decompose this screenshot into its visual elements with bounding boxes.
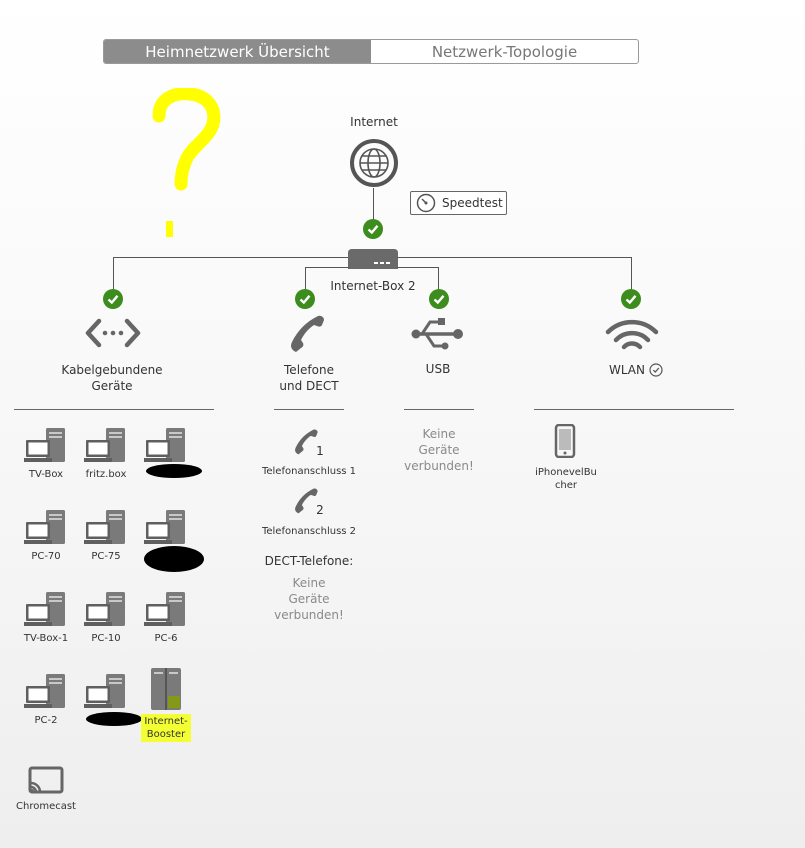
connector-usb-h	[397, 267, 439, 268]
dect-empty-line2: Geräte	[288, 592, 330, 606]
connector-usb	[438, 267, 439, 290]
dect-empty-message: Keine Geräte verbunden!	[249, 575, 369, 623]
status-check-phone	[295, 289, 315, 313]
status-check-internet	[363, 219, 383, 243]
phone-category-label: Telefone und DECT	[259, 362, 359, 394]
status-check-wired	[103, 289, 123, 313]
globe-icon	[349, 138, 399, 192]
phone-line-2-label: Telefonanschluss 2	[261, 526, 357, 537]
device-label: fritz.box	[85, 469, 127, 480]
wlan-device-label-line1: iPhonevelBu	[535, 467, 597, 478]
status-check-usb	[429, 289, 449, 313]
device-label-line2: Booster	[146, 729, 186, 740]
ethernet-icon[interactable]	[85, 318, 141, 352]
chromecast-device[interactable]: Chromecast	[6, 752, 86, 813]
divider-wlan	[534, 409, 734, 410]
connector-phone	[305, 267, 306, 290]
device-label-line1: Internet-	[144, 716, 188, 727]
highlight-annotation: Internet- Booster	[141, 714, 191, 742]
redaction-mark	[146, 464, 202, 478]
device-label: Internet- Booster	[126, 714, 206, 742]
connector-internet	[373, 188, 374, 220]
internet-booster-device[interactable]: Internet- Booster	[126, 666, 206, 742]
clock-icon[interactable]	[649, 363, 663, 377]
usb-empty-line3: verbunden!	[404, 459, 474, 473]
dect-empty-line1: Keine	[292, 576, 326, 590]
smartphone-icon[interactable]	[554, 423, 576, 462]
connector-phone-h	[305, 267, 349, 268]
computer-icon	[126, 584, 206, 628]
tab-netzwerk-topologie[interactable]: Netzwerk-Topologie	[371, 40, 638, 63]
phone-line-1-number: 1	[316, 444, 324, 458]
phone-line-1-label: Telefonanschluss 1	[261, 466, 357, 477]
view-tabs: Heimnetzwerk Übersicht Netzwerk-Topologi…	[103, 39, 639, 64]
router-icon	[348, 249, 398, 273]
status-check-wlan	[621, 289, 641, 313]
computer-icon	[126, 502, 206, 546]
wlan-device-label: iPhonevelBu cher	[526, 466, 606, 492]
device-label: PC-75	[91, 551, 121, 562]
connector-left	[113, 257, 348, 258]
wired-category-label: Kabelgebundene Geräte	[52, 362, 172, 394]
divider-phone	[274, 409, 344, 410]
wifi-icon[interactable]	[605, 318, 659, 358]
wired-device[interactable]: PC-6	[126, 584, 206, 645]
phone-icon[interactable]	[288, 314, 326, 358]
divider-wired	[14, 409, 214, 410]
wired-device[interactable]	[126, 420, 206, 478]
usb-empty-message: Keine Geräte verbunden!	[379, 426, 499, 474]
device-label: PC-2	[34, 715, 58, 726]
redaction-mark	[144, 546, 204, 572]
router-label: Internet-Box 2	[330, 279, 416, 293]
divider-usb	[404, 409, 474, 410]
question-mark-annotation	[145, 87, 225, 247]
device-label: Chromecast	[16, 801, 76, 812]
phone-line-2-number: 2	[316, 503, 324, 517]
speedtest-button[interactable]: Speedtest	[410, 191, 507, 215]
wlan-device-label-line2: cher	[554, 480, 578, 491]
connector-wlan	[631, 257, 632, 290]
device-label: PC-6	[154, 633, 178, 644]
usb-category-label: USB	[425, 362, 451, 376]
tab-heimnetzwerk-uebersicht[interactable]: Heimnetzwerk Übersicht	[104, 40, 371, 63]
phone-label-line2: und DECT	[279, 379, 339, 393]
dect-empty-line3: verbunden!	[274, 608, 344, 622]
computer-icon	[126, 420, 206, 464]
wired-label-line2: Geräte	[91, 379, 133, 393]
dect-title: DECT-Telefone:	[264, 554, 354, 568]
usb-icon[interactable]	[410, 316, 466, 356]
wlan-category-label: WLAN	[596, 363, 676, 377]
connector-right	[397, 257, 631, 258]
wired-device[interactable]	[126, 502, 206, 572]
wlan-label: WLAN	[608, 363, 645, 377]
speedtest-label: Speedtest	[442, 196, 503, 210]
cast-icon	[6, 752, 86, 796]
usb-empty-line1: Keine	[422, 427, 456, 441]
phone-label-line1: Telefone	[284, 363, 334, 377]
wired-label-line1: Kabelgebundene	[61, 363, 163, 377]
connector-wired	[113, 257, 114, 290]
internet-label: Internet	[350, 115, 398, 129]
gauge-icon	[416, 193, 436, 213]
usb-empty-line2: Geräte	[418, 443, 460, 457]
server-icon	[126, 666, 206, 710]
